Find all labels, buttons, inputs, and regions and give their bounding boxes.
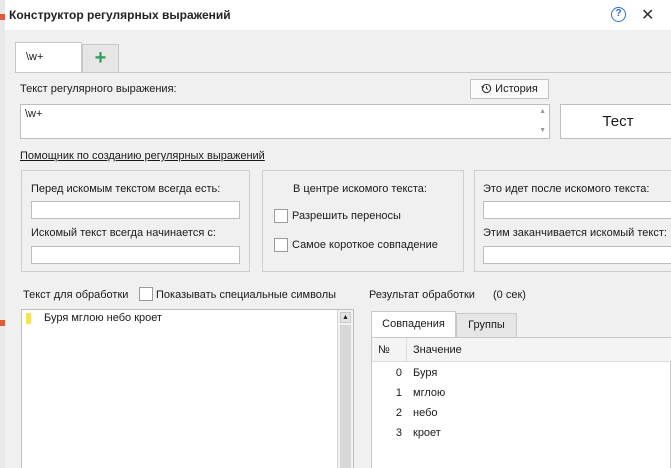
row-value: небо <box>413 407 438 419</box>
row-value: Буря <box>413 367 438 379</box>
scroll-up-arrow[interactable]: ▲ <box>539 108 546 115</box>
history-button[interactable]: История <box>470 79 549 99</box>
before-text-label: Перед искомым текстом всегда есть: <box>31 183 221 195</box>
matches-table: № Значение 0 Буря 1 мглою 2 небо 3 кроет <box>371 337 671 468</box>
column-header-num: № <box>378 344 390 356</box>
tab-groups[interactable]: Группы <box>456 313 517 337</box>
row-value: мглою <box>413 387 446 399</box>
center-text-label: В центре искомого текста: <box>293 183 427 195</box>
starts-with-input[interactable] <box>31 246 240 264</box>
after-text-input[interactable] <box>483 201 671 219</box>
window-title: Конструктор регулярных выражений <box>9 8 231 22</box>
tab-regex-1[interactable]: \w+ <box>15 42 82 73</box>
column-divider <box>406 338 407 362</box>
shortest-match-label: Самое короткое совпадение <box>292 239 438 251</box>
input-text-label: Текст для обработки <box>23 289 129 301</box>
after-text-group: Это идет после искомого текста: Этим зак… <box>474 170 671 272</box>
column-header-value: Значение <box>413 344 462 356</box>
scroll-thumb[interactable] <box>340 325 351 468</box>
text-cursor-marker <box>26 313 31 324</box>
shortest-match-checkbox[interactable] <box>274 238 288 252</box>
row-num: 2 <box>395 407 402 419</box>
starts-with-label: Искомый текст всегда начинается с: <box>31 227 216 239</box>
regex-input-value: \w+ <box>25 108 43 120</box>
ends-with-label: Этим заканчивается искомый текст: <box>483 227 667 239</box>
scroll-up-button[interactable]: ▲ <box>340 312 351 323</box>
scroll-down-arrow[interactable]: ▼ <box>539 127 546 134</box>
allow-wrap-label: Разрешить переносы <box>292 210 401 222</box>
vertical-scrollbar[interactable]: ▲ <box>337 310 353 468</box>
input-text-content: Буря мглою небо кроет <box>44 312 163 324</box>
regex-label: Текст регулярного выражения: <box>20 83 177 95</box>
tab-matches[interactable]: Совпадения <box>371 311 456 337</box>
allow-wrap-checkbox[interactable] <box>274 209 288 223</box>
close-icon[interactable]: ✕ <box>641 5 654 25</box>
result-label: Результат обработки <box>369 289 475 301</box>
table-row[interactable]: 2 небо <box>372 404 671 424</box>
center-text-group: В центре искомого текста: Разрешить пере… <box>262 170 464 272</box>
regex-input[interactable]: \w+ ▲ ▼ <box>20 104 550 139</box>
table-row[interactable]: 0 Буря <box>372 364 671 384</box>
table-header: № Значение <box>372 338 671 362</box>
table-row[interactable]: 3 кроет <box>372 424 671 444</box>
result-time: (0 сек) <box>493 289 526 301</box>
history-icon <box>481 83 492 94</box>
before-text-group: Перед искомым текстом всегда есть: Иском… <box>21 170 250 272</box>
help-icon[interactable]: ? <box>611 7 626 22</box>
ends-with-input[interactable] <box>483 246 671 264</box>
regex-helper-link[interactable]: Помощник по созданию регулярных выражени… <box>20 150 265 162</box>
row-num: 1 <box>395 387 402 399</box>
title-bar: Конструктор регулярных выражений ? ✕ <box>5 0 671 30</box>
test-button[interactable]: Тест <box>560 104 671 139</box>
row-value: кроет <box>413 427 441 439</box>
after-text-label: Это идет после искомого текста: <box>483 183 650 195</box>
row-num: 0 <box>395 367 402 379</box>
show-special-label: Показывать специальные символы <box>156 289 337 301</box>
before-text-input[interactable] <box>31 201 240 219</box>
tab-panel: Текст регулярного выражения: История \w+… <box>15 72 671 468</box>
history-button-label: История <box>495 83 538 95</box>
row-num: 3 <box>395 427 402 439</box>
dialog-body: \w+ + Текст регулярного выражения: Истор… <box>5 30 671 468</box>
table-row[interactable]: 1 мглою <box>372 384 671 404</box>
show-special-checkbox[interactable] <box>139 287 153 301</box>
input-text-area[interactable]: Буря мглою небо кроет ▲ <box>21 309 354 468</box>
add-tab-button[interactable]: + <box>82 44 119 73</box>
